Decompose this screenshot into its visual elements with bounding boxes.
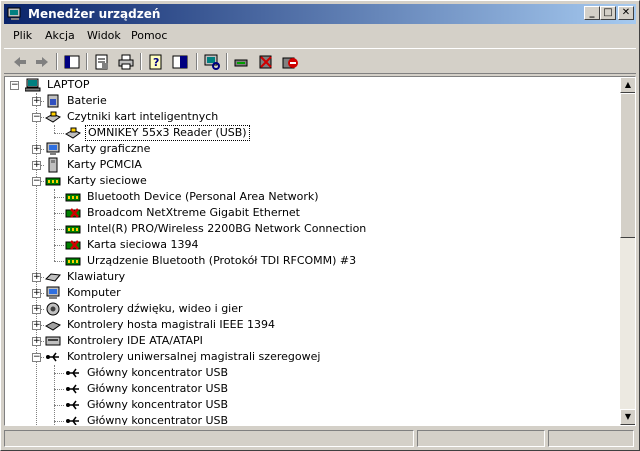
forward-icon[interactable]	[32, 52, 52, 72]
usb-icon	[66, 400, 79, 410]
help-icon[interactable]: ?	[146, 52, 166, 72]
minimize-button[interactable]: _	[584, 6, 600, 20]
status-panel-main	[4, 430, 414, 447]
disabled-network-adapter-icon	[65, 240, 81, 250]
speaker-icon	[46, 302, 60, 316]
view-icon[interactable]	[170, 52, 190, 72]
status-bar	[4, 429, 636, 448]
disable-icon[interactable]	[280, 52, 300, 72]
uninstall-icon[interactable]	[256, 52, 276, 72]
smart-card-reader-icon	[45, 111, 61, 123]
ide-controller-icon	[45, 336, 61, 346]
maximize-button[interactable]: □	[600, 6, 616, 20]
display-adapter-icon	[46, 142, 60, 155]
status-panel-3	[548, 430, 634, 447]
expand-dzwiek[interactable]: +	[32, 305, 41, 314]
svg-text:?: ?	[153, 56, 159, 69]
back-icon[interactable]	[10, 52, 30, 72]
network-adapter-icon	[65, 257, 81, 266]
menu-akcja[interactable]: Akcja	[45, 29, 75, 42]
host-controller-icon	[45, 321, 61, 331]
expand-ide[interactable]: +	[32, 337, 41, 346]
device-tree[interactable]: − LAPTOP + Baterie − Czytniki kart intel…	[4, 76, 636, 426]
device-manager-window: Menedżer urządzeń _ □ ✕ Plik Akcja Widok…	[0, 0, 640, 451]
scroll-down-icon[interactable]: ▼	[620, 409, 635, 425]
smart-card-reader-icon	[65, 127, 81, 139]
usb-icon	[66, 384, 79, 394]
expand-komputer[interactable]: +	[32, 289, 41, 298]
expand-karty-sieciowe[interactable]: −	[32, 177, 41, 186]
properties-icon[interactable]	[92, 52, 112, 72]
network-adapter-icon	[65, 225, 81, 234]
laptop-icon	[25, 78, 41, 92]
expand-czytniki[interactable]: −	[32, 113, 41, 122]
scroll-thumb[interactable]	[620, 93, 635, 238]
expand-ieee1394[interactable]: +	[32, 321, 41, 330]
expand-laptop[interactable]: −	[10, 81, 19, 90]
status-panel-2	[417, 430, 545, 447]
keyboard-icon	[45, 273, 61, 282]
close-button[interactable]: ✕	[618, 6, 634, 20]
usb-icon	[46, 352, 59, 362]
expand-baterie[interactable]: +	[32, 97, 41, 106]
device-manager-icon	[7, 7, 21, 20]
expand-pcmcia[interactable]: +	[32, 161, 41, 170]
scan-hardware-icon[interactable]	[202, 52, 222, 72]
network-adapter-icon	[45, 177, 61, 186]
menu-bar: Plik Akcja Widok Pomoc	[4, 26, 636, 46]
battery-icon	[47, 94, 59, 108]
computer-icon	[46, 286, 60, 299]
window-title: Menedżer urządzeń	[28, 7, 161, 21]
tree-label: LAPTOP	[47, 78, 90, 91]
expand-karty-graficzne[interactable]: +	[32, 145, 41, 154]
usb-icon	[66, 368, 79, 378]
print-icon[interactable]	[116, 52, 136, 72]
menu-widok[interactable]: Widok	[87, 29, 121, 42]
toolbar: ?	[4, 48, 636, 74]
update-driver-icon[interactable]	[232, 52, 252, 72]
usb-icon	[66, 416, 79, 425]
menu-pomoc[interactable]: Pomoc	[131, 29, 167, 42]
show-hide-tree-icon[interactable]	[62, 52, 82, 72]
title-bar[interactable]: Menedżer urządzeń _ □ ✕	[4, 4, 636, 24]
tree-content: − LAPTOP + Baterie − Czytniki kart intel…	[5, 77, 617, 425]
vertical-scrollbar[interactable]: ▲ ▼	[620, 77, 635, 425]
scroll-up-icon[interactable]: ▲	[620, 77, 635, 93]
network-adapter-icon	[65, 193, 81, 202]
expand-klawiatury[interactable]: +	[32, 273, 41, 282]
pcmcia-icon	[48, 157, 58, 173]
disabled-network-adapter-icon	[65, 208, 81, 218]
expand-usb[interactable]: −	[32, 353, 41, 362]
menu-plik[interactable]: Plik	[13, 29, 32, 42]
